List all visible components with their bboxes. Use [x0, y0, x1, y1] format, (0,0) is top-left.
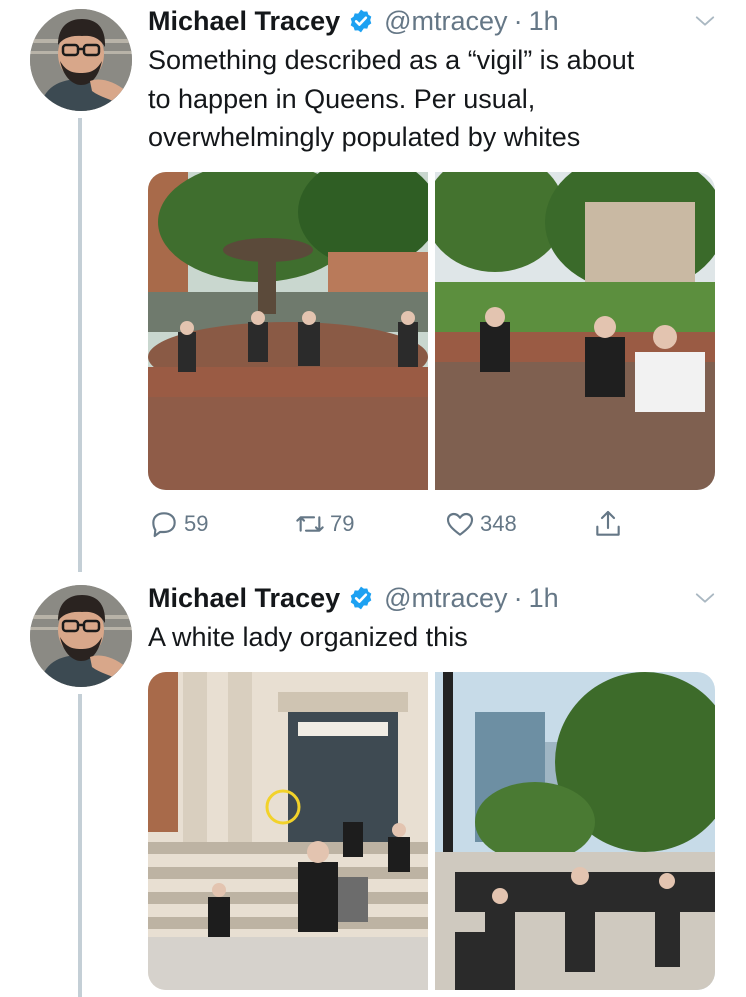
tweet-text-line: A white lady organized this [148, 622, 468, 652]
photo-courthouse-steps[interactable] [148, 672, 428, 990]
tweet-text: Something described as a “vigil” is abou… [148, 41, 718, 157]
like-icon [446, 512, 474, 536]
author-name[interactable]: Michael Tracey [148, 583, 340, 614]
photo-park-wall[interactable] [435, 172, 715, 490]
retweet-count: 79 [330, 511, 355, 536]
verified-badge-icon [350, 9, 372, 33]
avatar[interactable] [30, 9, 132, 111]
photo-street-crowd[interactable] [435, 672, 715, 990]
photo-courthouse-steps-icon [148, 672, 428, 990]
separator-dot: · [513, 582, 523, 613]
photo-fountain-plaza-crowd-icon [148, 172, 428, 490]
tweet-2[interactable]: Michael Tracey @mtracey · 1h A white lad… [0, 576, 746, 997]
tweet-text-line: to happen in Queens. Per usual, [148, 83, 536, 114]
reply-icon [152, 512, 176, 538]
author-name[interactable]: Michael Tracey [148, 6, 340, 37]
photo-street-crowd-trees-icon [435, 672, 715, 990]
reply-count: 59 [184, 511, 209, 536]
avatar-icon [30, 585, 132, 687]
author-handle[interactable]: @mtracey [384, 6, 507, 37]
reply-button[interactable]: 59 [148, 508, 294, 540]
tweet-actions: 59 79 348 [148, 504, 668, 544]
thread-connector [78, 118, 82, 572]
author-handle[interactable]: @mtracey [384, 583, 507, 614]
tweet-text: A white lady organized this [148, 618, 718, 657]
timestamp[interactable]: 1h [529, 6, 559, 37]
tweet-text-line: Something described as a “vigil” is abou… [148, 45, 635, 75]
like-count: 348 [480, 511, 517, 536]
tweet-header: Michael Tracey @mtracey · 1h [148, 581, 559, 615]
separator-dot: · [513, 5, 523, 36]
timestamp[interactable]: 1h [529, 583, 559, 614]
avatar[interactable] [30, 585, 132, 687]
chevron-down-icon[interactable] [694, 587, 716, 609]
tweet-1[interactable]: Michael Tracey @mtracey · 1h Something d… [0, 0, 746, 572]
media-grid [148, 172, 715, 490]
tweet-header: Michael Tracey @mtracey · 1h [148, 4, 559, 38]
avatar-icon [30, 9, 132, 111]
verified-badge-icon [350, 586, 372, 610]
photo-fountain-plaza[interactable] [148, 172, 428, 490]
chevron-down-icon[interactable] [694, 10, 716, 32]
thread-connector [78, 694, 82, 997]
like-button[interactable]: 348 [444, 508, 592, 540]
tweet-text-line: overwhelmingly populated by whites [148, 122, 581, 152]
retweet-button[interactable]: 79 [294, 508, 444, 540]
share-icon [596, 510, 620, 536]
retweet-icon [296, 516, 324, 532]
media-grid [148, 672, 715, 990]
photo-park-people-sitting-wall-icon [435, 172, 715, 490]
share-button[interactable] [592, 508, 624, 540]
